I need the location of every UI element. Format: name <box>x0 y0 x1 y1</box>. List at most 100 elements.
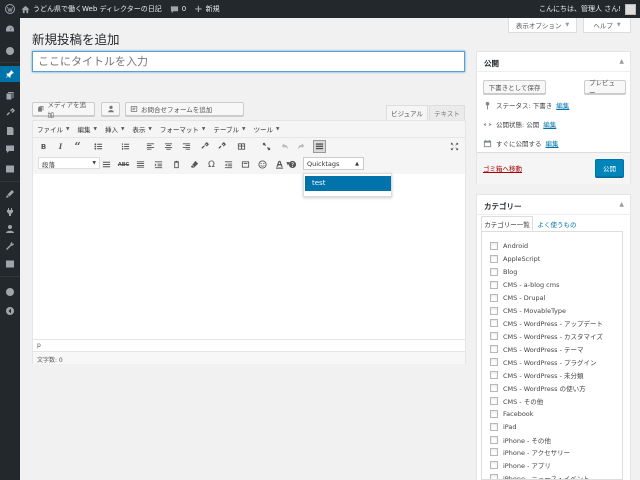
category-item[interactable]: Blog <box>490 266 517 278</box>
horizontal-line-button[interactable] <box>101 159 112 170</box>
category-checkbox[interactable] <box>490 474 498 479</box>
site-name-link[interactable]: うどん県で働くWeb ディレクターの日記 <box>21 4 162 14</box>
tab-text[interactable]: テキスト <box>429 105 465 120</box>
emoticon-button[interactable] <box>257 159 268 170</box>
menu-table[interactable]: テーブル ▼ <box>213 124 245 134</box>
category-item[interactable]: iPad <box>490 421 517 433</box>
menu-view[interactable]: 表示 ▼ <box>132 124 151 134</box>
category-item[interactable]: CMS - WordPress - テーマ <box>490 343 584 355</box>
unlink-button[interactable] <box>216 141 227 152</box>
paste-text-button[interactable] <box>171 159 182 170</box>
category-item[interactable]: CMS - その他 <box>490 395 543 407</box>
link-button[interactable] <box>199 141 210 152</box>
category-item[interactable]: iPhone - ニュース・イベント <box>490 472 590 479</box>
clear-formatting-button[interactable] <box>189 159 200 170</box>
publish-box-header[interactable]: 公開 ▲ <box>477 52 630 72</box>
category-checkbox[interactable] <box>490 371 498 379</box>
add-contact-form-button[interactable]: お問合せフォームを追加 <box>125 102 244 116</box>
menu-users-icon[interactable] <box>0 221 20 237</box>
save-draft-button[interactable]: 下書きとして保存 <box>483 80 546 94</box>
greeting[interactable]: こんにちは、管理人 さん! <box>539 4 621 14</box>
menu-comments-icon[interactable] <box>0 141 20 157</box>
category-item[interactable]: CMS - Drupal <box>490 292 545 304</box>
category-checkbox[interactable] <box>490 332 498 341</box>
category-item[interactable]: CMS - a-blog cms <box>490 279 559 291</box>
category-checkbox[interactable] <box>490 280 498 289</box>
category-checkbox[interactable] <box>490 422 498 431</box>
quicktags-option-test[interactable]: test <box>305 176 391 191</box>
visibility-edit-link[interactable]: 編集 <box>543 119 556 129</box>
table-button[interactable] <box>233 141 249 152</box>
category-item[interactable]: Facebook <box>490 408 534 420</box>
menu-tools[interactable]: ツール ▼ <box>253 124 279 134</box>
tab-most-used[interactable]: よく使うもの <box>536 216 578 231</box>
menu-plugins-icon[interactable] <box>0 204 20 220</box>
post-title-input[interactable] <box>32 51 465 72</box>
insert-special-button[interactable] <box>101 102 120 116</box>
menu-tools-icon[interactable] <box>0 238 20 254</box>
align-right-button[interactable] <box>181 141 192 152</box>
category-checkbox[interactable] <box>490 448 498 457</box>
redo-button[interactable] <box>296 141 307 152</box>
menu-format[interactable]: フォーマット ▼ <box>160 124 205 134</box>
category-checkbox[interactable] <box>490 383 498 392</box>
category-item[interactable]: CMS - WordPress - カスタマイズ <box>490 330 603 342</box>
menu-media-icon[interactable] <box>0 88 20 104</box>
schedule-edit-link[interactable]: 編集 <box>546 138 559 148</box>
blockquote-button[interactable]: “ <box>72 140 83 153</box>
font-color-button[interactable] <box>274 159 285 170</box>
comments-link[interactable]: 0 <box>170 5 186 14</box>
category-checkbox[interactable] <box>490 409 498 418</box>
numbered-list-button[interactable] <box>117 141 133 152</box>
editor-content-area[interactable] <box>33 175 465 339</box>
tab-visual[interactable]: ビジュアル <box>386 105 428 120</box>
menu-feedback-icon[interactable] <box>0 161 20 177</box>
menu-pages-icon[interactable] <box>0 123 20 139</box>
category-checkbox[interactable] <box>490 254 498 263</box>
format-select[interactable]: 段落 ▼ <box>38 157 100 169</box>
category-item[interactable]: CMS - WordPress - プラグイン <box>490 356 597 368</box>
bold-button[interactable]: B <box>38 141 49 152</box>
screen-options-button[interactable]: 表示オプション ▼ <box>508 18 577 33</box>
outdent-button[interactable] <box>223 159 234 170</box>
status-edit-link[interactable]: 編集 <box>556 100 569 110</box>
text-color-button[interactable] <box>153 159 164 170</box>
preview-button[interactable]: プレビュー <box>584 79 626 97</box>
menu-links-icon[interactable] <box>0 105 20 121</box>
help-button[interactable]: ヘルプ ▼ <box>583 18 631 33</box>
category-item[interactable]: CMS - WordPress - 未分類 <box>490 369 584 381</box>
category-item[interactable]: iPhone - その他 <box>490 434 551 446</box>
category-checkbox[interactable] <box>490 358 498 367</box>
categories-box-header[interactable]: カテゴリー ▲ <box>477 195 630 215</box>
category-checkbox[interactable] <box>490 293 498 302</box>
category-item[interactable]: iPhone - アプリ <box>490 459 551 471</box>
category-checkbox[interactable] <box>490 306 498 315</box>
category-checkbox[interactable] <box>490 461 498 470</box>
category-item[interactable]: CMS - WordPress - アップデート <box>490 317 603 329</box>
help-icon[interactable] <box>287 159 298 170</box>
menu-wordpress-icon[interactable] <box>0 284 20 300</box>
align-left-button[interactable] <box>145 141 156 152</box>
menu-appearance-icon[interactable] <box>0 186 20 202</box>
toolbar-toggle-button[interactable] <box>313 140 326 153</box>
fullscreen-button[interactable] <box>261 141 272 152</box>
tab-all-categories[interactable]: カテゴリー一覧 <box>481 216 533 231</box>
special-character-button[interactable]: Ω <box>206 159 217 170</box>
category-checkbox[interactable] <box>490 242 498 250</box>
add-media-button[interactable]: メディアを追加 <box>32 101 95 119</box>
element-path[interactable]: p <box>37 342 41 349</box>
bullet-list-button[interactable] <box>90 141 106 152</box>
avatar[interactable] <box>625 3 636 15</box>
menu-edit[interactable]: 編集 ▼ <box>77 124 96 134</box>
menu-file[interactable]: ファイル ▼ <box>37 124 69 134</box>
category-item[interactable]: AppleScript <box>490 253 540 265</box>
menu-collapse-icon[interactable] <box>0 303 20 319</box>
caret-up-icon[interactable]: ▲ <box>619 201 624 208</box>
move-to-trash-link[interactable]: ゴミ箱へ移動 <box>483 163 522 173</box>
publish-button[interactable]: 公開 <box>595 159 624 177</box>
category-item[interactable]: CMS - WordPress の使い方 <box>490 382 586 394</box>
menu-dashboard-icon[interactable] <box>0 21 20 37</box>
category-checkbox[interactable] <box>490 267 498 276</box>
category-checkbox[interactable] <box>490 435 498 444</box>
align-center-button[interactable] <box>163 141 174 152</box>
